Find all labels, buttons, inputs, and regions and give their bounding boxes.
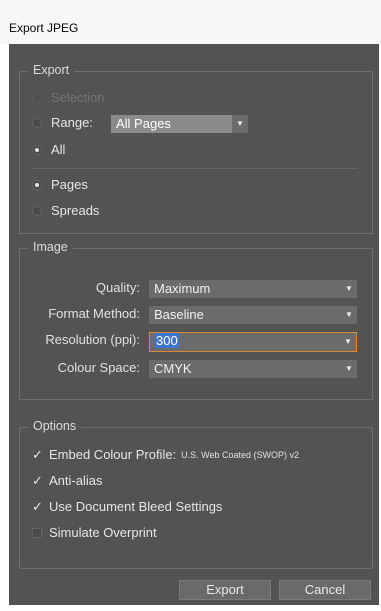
selection-radio[interactable]: Selection	[32, 90, 104, 105]
quality-select[interactable]: Maximum ▼	[149, 280, 357, 298]
document-bleed-checkbox[interactable]: ✓ Use Document Bleed Settings	[32, 499, 222, 514]
range-label: Range:	[51, 115, 93, 130]
image-group-label: Image	[28, 240, 73, 254]
overprint-checkbox-box[interactable]	[32, 527, 42, 538]
pages-radio-button[interactable]	[32, 179, 42, 190]
range-radio[interactable]: Range:	[32, 115, 93, 130]
export-group: Export Selection Range: All Pages ▼ All …	[19, 63, 373, 234]
simulate-overprint-checkbox[interactable]: Simulate Overprint	[32, 525, 157, 540]
embed-colour-profile-label: Embed Colour Profile:	[49, 447, 177, 462]
export-group-label: Export	[28, 63, 75, 77]
document-bleed-label: Use Document Bleed Settings	[49, 499, 223, 514]
quality-value: Maximum	[154, 281, 211, 296]
format-method-label: Format Method:	[48, 306, 140, 321]
all-radio-button[interactable]	[32, 144, 42, 155]
options-group-label: Options	[28, 419, 82, 433]
colour-space-label: Colour Space:	[57, 360, 140, 375]
anti-alias-label: Anti-alias	[49, 473, 103, 488]
checkmark-icon[interactable]: ✓	[32, 500, 44, 513]
chevron-down-icon: ▼	[345, 364, 353, 373]
format-method-select[interactable]: Baseline ▼	[149, 306, 357, 324]
export-button[interactable]: Export	[179, 580, 271, 600]
range-value: All Pages	[116, 116, 171, 131]
embed-colour-profile-checkbox[interactable]: ✓ Embed Colour Profile: U.S. Web Coated …	[32, 447, 299, 462]
window-title: Export JPEG	[9, 21, 79, 35]
resolution-input[interactable]: 300 ▼	[149, 332, 357, 352]
anti-alias-checkbox[interactable]: ✓ Anti-alias	[32, 473, 102, 488]
chevron-down-icon: ▼	[345, 310, 353, 319]
selection-label: Selection	[51, 90, 105, 105]
range-select[interactable]: All Pages ▼	[111, 115, 248, 133]
spreads-label: Spreads	[51, 203, 100, 218]
chevron-down-icon: ▼	[344, 337, 352, 346]
export-divider	[32, 168, 358, 169]
all-label: All	[51, 142, 66, 157]
cancel-button[interactable]: Cancel	[279, 580, 371, 600]
image-group: Image Quality: Maximum ▼ Format Method: …	[19, 240, 373, 400]
pages-radio[interactable]: Pages	[32, 177, 88, 192]
export-dialog: Export Selection Range: All Pages ▼ All …	[9, 44, 379, 605]
resolution-value: 300	[155, 333, 179, 348]
all-radio[interactable]: All	[32, 142, 65, 157]
spreads-radio-button[interactable]	[32, 205, 42, 216]
spreads-radio[interactable]: Spreads	[32, 203, 99, 218]
format-method-value: Baseline	[154, 307, 204, 322]
checkmark-icon[interactable]: ✓	[32, 474, 44, 487]
quality-label: Quality:	[95, 280, 140, 295]
range-radio-button[interactable]	[32, 117, 42, 128]
chevron-down-icon: ▼	[232, 115, 248, 133]
colour-space-value: CMYK	[154, 361, 192, 376]
title-bar: Export JPEG	[0, 0, 381, 44]
pages-label: Pages	[51, 177, 88, 192]
colour-space-select[interactable]: CMYK ▼	[149, 360, 357, 378]
options-group: Options ✓ Embed Colour Profile: U.S. Web…	[19, 419, 373, 569]
simulate-overprint-label: Simulate Overprint	[49, 525, 157, 540]
embed-profile-name: U.S. Web Coated (SWOP) v2	[181, 449, 300, 460]
resolution-label: Resolution (ppi):	[45, 332, 140, 347]
chevron-down-icon: ▼	[345, 284, 353, 293]
checkmark-icon[interactable]: ✓	[32, 448, 44, 461]
selection-radio-button[interactable]	[32, 92, 42, 103]
